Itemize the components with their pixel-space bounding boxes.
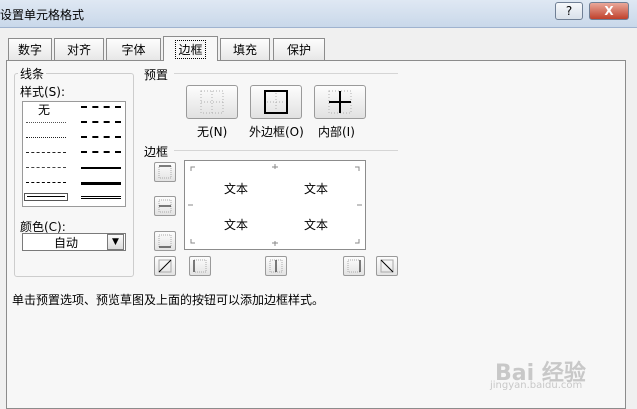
border-diagonal-up-button[interactable] xyxy=(154,256,176,276)
preset-inside-icon xyxy=(328,90,352,114)
line-style-medium-dashdotdot[interactable] xyxy=(81,106,121,108)
border-middle-horizontal-button[interactable] xyxy=(154,196,176,216)
line-style-thin xyxy=(27,196,65,198)
border-left-button[interactable] xyxy=(189,256,211,276)
presets-divider xyxy=(174,73,398,74)
diagonal-up-icon xyxy=(158,259,172,273)
preview-text: 文本 xyxy=(304,182,329,196)
line-style-dotted[interactable] xyxy=(26,137,66,139)
border-bottom-button[interactable] xyxy=(154,231,176,251)
color-value: 自动 xyxy=(53,235,78,250)
line-style-slanted-dashdot[interactable] xyxy=(81,121,121,123)
border-top-button[interactable] xyxy=(154,162,176,182)
preset-none-label: 无(N) xyxy=(197,125,228,139)
preset-none-button[interactable] xyxy=(186,85,238,119)
preview-corner-marks xyxy=(188,164,362,246)
preset-outline-button[interactable] xyxy=(250,85,302,119)
line-style-hair[interactable] xyxy=(26,122,66,124)
tab-alignment[interactable]: 对齐 xyxy=(54,38,104,60)
diagonal-down-icon xyxy=(380,259,394,273)
preset-outline-label: 外边框(O) xyxy=(249,125,304,139)
hint-text: 单击预置选项、预览草图及上面的按钮可以添加边框样式。 xyxy=(12,293,325,307)
border-middle-horizontal-icon xyxy=(158,199,172,213)
tab-label: 边框 xyxy=(175,39,206,59)
preview-text: 文本 xyxy=(224,218,249,232)
line-style-dashdot[interactable] xyxy=(26,167,66,169)
tab-border[interactable]: 边框 xyxy=(163,36,218,61)
preset-outline-icon xyxy=(264,90,288,114)
title-bar xyxy=(0,0,637,28)
line-style-medium-dashed[interactable] xyxy=(81,151,121,153)
border-middle-vertical-button[interactable] xyxy=(265,256,287,276)
tab-label: 数字 xyxy=(17,43,42,57)
border-bottom-icon xyxy=(158,234,172,248)
chevron-down-icon[interactable]: ▼ xyxy=(107,234,124,250)
tab-number[interactable]: 数字 xyxy=(8,38,52,60)
tab-protection[interactable]: 保护 xyxy=(273,38,325,60)
watermark-url: jingyan.baidu.com xyxy=(490,380,583,391)
dialog-title: 设置单元格格式 xyxy=(0,8,85,22)
preview-text: 文本 xyxy=(224,182,249,196)
border-preview[interactable] xyxy=(184,160,366,250)
tab-label: 字体 xyxy=(121,43,146,57)
border-top-icon xyxy=(158,165,172,179)
line-style-double[interactable] xyxy=(81,196,121,199)
line-style-dashed[interactable] xyxy=(26,182,66,184)
line-group-title: 线条 xyxy=(18,65,47,82)
tab-font[interactable]: 字体 xyxy=(106,38,161,60)
border-left-icon xyxy=(193,259,207,273)
preview-text: 文本 xyxy=(304,218,329,232)
border-right-icon xyxy=(347,259,361,273)
border-title: 边框 xyxy=(144,145,169,159)
line-style-none[interactable]: 无 xyxy=(38,101,50,118)
border-diagonal-down-button[interactable] xyxy=(376,256,398,276)
preset-inside-button[interactable] xyxy=(314,85,366,119)
line-style-thick[interactable] xyxy=(81,182,121,185)
tab-label: 保护 xyxy=(286,43,311,57)
style-label: 样式(S): xyxy=(20,85,66,99)
presets-title: 预置 xyxy=(144,68,169,82)
help-button[interactable]: ? xyxy=(555,2,583,20)
border-divider xyxy=(174,150,398,151)
tab-fill[interactable]: 填充 xyxy=(220,38,270,60)
tab-label: 对齐 xyxy=(66,43,91,57)
border-middle-vertical-icon xyxy=(269,259,283,273)
line-style-dashdotdot[interactable] xyxy=(26,152,66,154)
border-right-button[interactable] xyxy=(343,256,365,276)
close-button[interactable]: X xyxy=(589,2,629,20)
tab-label: 填充 xyxy=(232,43,257,57)
line-style-medium-dashdot[interactable] xyxy=(81,136,121,138)
preset-none-icon xyxy=(200,90,224,114)
preset-inside-label: 内部(I) xyxy=(318,125,355,139)
line-style-medium[interactable] xyxy=(81,167,121,169)
